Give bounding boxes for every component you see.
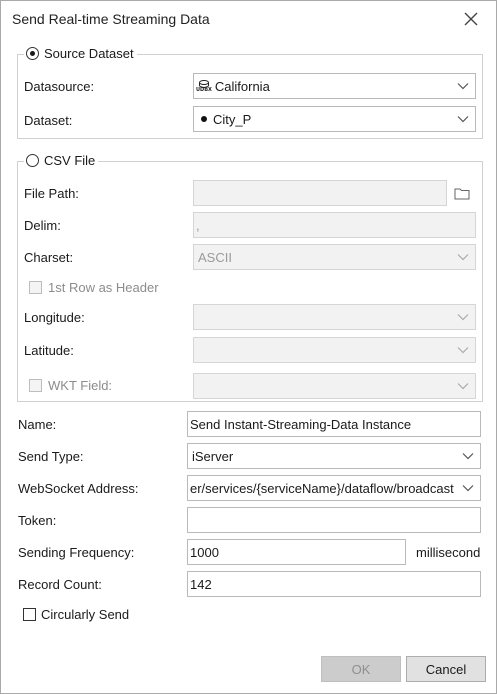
dataset-select[interactable]: City_P	[193, 106, 476, 132]
send-type-select[interactable]: iServer	[187, 443, 481, 469]
latitude-select[interactable]	[193, 337, 476, 363]
charset-select[interactable]: ASCII	[193, 244, 476, 270]
chevron-down-icon[interactable]	[451, 107, 475, 131]
title-bar: Send Real-time Streaming Data	[1, 1, 496, 37]
send-type-value: iServer	[192, 448, 234, 464]
source-dataset-label: Source Dataset	[44, 46, 134, 61]
longitude-select[interactable]	[193, 304, 476, 330]
chevron-down-icon[interactable]	[451, 374, 475, 398]
datasource-label: Datasource:	[24, 79, 95, 94]
udbx-datasource-icon: UDBX	[196, 79, 212, 93]
csv-file-radio[interactable]: CSV File	[24, 153, 99, 168]
websocket-address-select[interactable]: er/services/{serviceName}/dataflow/broad…	[187, 475, 481, 501]
dataset-value: City_P	[213, 111, 252, 127]
chevron-down-icon[interactable]	[456, 444, 480, 468]
point-dataset-icon	[201, 116, 207, 122]
circularly-send-checkbox[interactable]	[23, 608, 36, 621]
csv-file-label: CSV File	[44, 153, 96, 168]
close-icon[interactable]	[461, 9, 481, 29]
first-row-header-checkbox[interactable]	[29, 281, 42, 294]
charset-label: Charset:	[24, 250, 74, 265]
source-dataset-radio[interactable]: Source Dataset	[24, 46, 137, 61]
name-label: Name:	[18, 417, 57, 432]
dataset-label: Dataset:	[24, 113, 73, 128]
frequency-unit-label: millisecond	[416, 545, 481, 560]
chevron-down-icon[interactable]	[451, 245, 475, 269]
delim-label: Delim:	[24, 218, 61, 233]
chevron-down-icon[interactable]	[451, 305, 475, 329]
file-path-label: File Path:	[24, 186, 79, 201]
wkt-field-label: WKT Field:	[48, 378, 113, 393]
first-row-header-label: 1st Row as Header	[48, 280, 159, 295]
longitude-label: Longitude:	[24, 310, 85, 325]
name-input[interactable]: Send Instant-Streaming-Data Instance	[187, 411, 481, 437]
ok-button[interactable]: OK	[321, 656, 401, 682]
source-dataset-radio-button[interactable]	[26, 47, 39, 60]
chevron-down-icon[interactable]	[451, 338, 475, 362]
wkt-field-checkbox[interactable]	[29, 379, 42, 392]
delim-input[interactable]: ,	[193, 212, 476, 238]
folder-icon[interactable]	[449, 180, 475, 206]
sending-frequency-input[interactable]: 1000	[187, 539, 406, 565]
circularly-send-label: Circularly Send	[41, 607, 130, 622]
charset-value: ASCII	[198, 249, 232, 265]
send-type-label: Send Type:	[18, 449, 84, 464]
wkt-field-select[interactable]	[193, 373, 476, 399]
record-count-label: Record Count:	[18, 577, 102, 592]
datasource-value: California	[214, 78, 270, 94]
token-input[interactable]	[187, 507, 481, 533]
websocket-address-label: WebSocket Address:	[18, 481, 139, 496]
udbx-icon-text: UDBX	[196, 86, 212, 93]
dialog-title: Send Real-time Streaming Data	[12, 11, 210, 27]
cancel-button[interactable]: Cancel	[406, 656, 486, 682]
latitude-label: Latitude:	[24, 343, 74, 358]
chevron-down-icon[interactable]	[456, 476, 480, 500]
record-count-input[interactable]: 142	[187, 571, 481, 597]
websocket-address-value: er/services/{serviceName}/dataflow/broad…	[190, 480, 454, 496]
sending-frequency-label: Sending Frequency:	[18, 545, 135, 560]
datasource-select[interactable]: UDBX California	[193, 73, 476, 99]
file-path-input[interactable]	[193, 180, 447, 206]
chevron-down-icon[interactable]	[451, 74, 475, 98]
csv-file-radio-button[interactable]	[26, 154, 39, 167]
send-streaming-dialog: Send Real-time Streaming Data Source Dat…	[0, 0, 497, 694]
token-label: Token:	[18, 513, 57, 528]
